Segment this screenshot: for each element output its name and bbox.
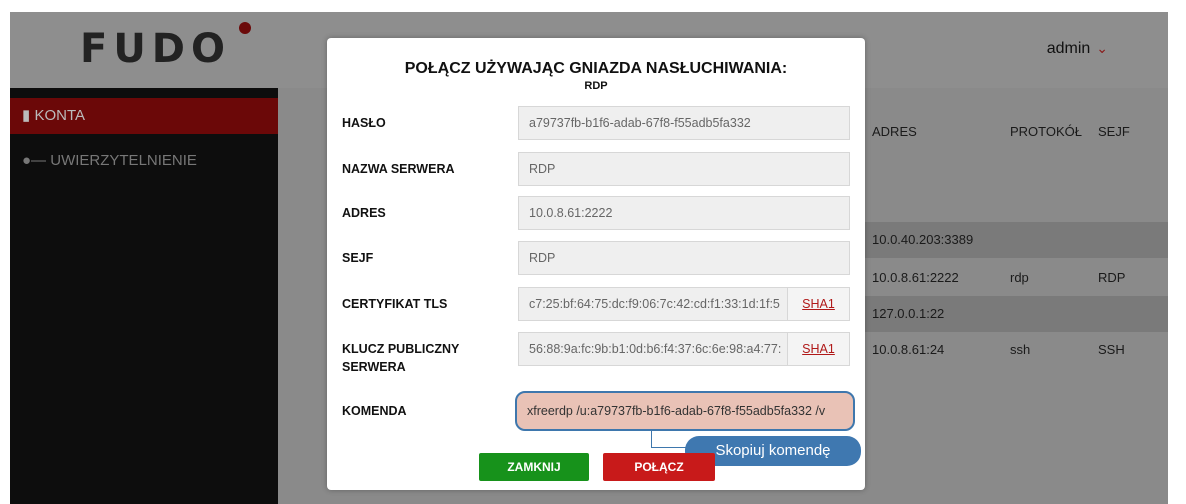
chevron-down-icon: ⌄: [1096, 40, 1108, 56]
server-name-field[interactable]: RDP: [518, 152, 850, 186]
password-label: HASŁO: [342, 116, 386, 130]
key-icon: ●—: [22, 152, 47, 169]
cell-address: 10.0.8.61:24: [872, 342, 945, 357]
column-header-protocol[interactable]: PROTOKÓŁ: [1010, 124, 1082, 139]
user-menu[interactable]: admin ⌄: [1047, 40, 1108, 58]
tls-certificate-label: CERTYFIKAT TLS: [342, 297, 448, 311]
sidebar-item-label: KONTA: [34, 107, 85, 124]
public-key-label: KLUCZ PUBLICZNY SERWERA: [342, 340, 492, 376]
command-field[interactable]: xfreerdp /u:a79737fb-b1f6-adab-67f8-f55a…: [515, 391, 855, 431]
cell-protocol: rdp: [1010, 270, 1029, 285]
cell-address: 10.0.8.61:2222: [872, 270, 959, 285]
safe-field[interactable]: RDP: [518, 241, 850, 275]
password-field[interactable]: a79737fb-b1f6-adab-67f8-f55adb5fa332: [518, 106, 850, 140]
command-label: KOMENDA: [342, 404, 407, 418]
public-key-label-line2: SERWERA: [342, 360, 406, 374]
public-key-field[interactable]: 56:88:9a:fc:9b:b1:0d:b6:f4:37:6c:6e:98:a…: [518, 332, 788, 366]
cell-protocol: ssh: [1010, 342, 1031, 357]
safe-label: SEJF: [342, 251, 374, 265]
column-header-safe[interactable]: SEJF: [1098, 124, 1130, 139]
dialog-subtitle: RDP: [584, 80, 608, 92]
server-name-label: NAZWA SERWERA: [342, 162, 455, 176]
book-icon: ▮: [22, 107, 31, 124]
sidebar-item-uwierzytelnienie[interactable]: ●— UWIERZYTELNIENIE: [10, 144, 278, 178]
close-button[interactable]: ZAMKNIJ: [479, 453, 589, 481]
cell-address: 10.0.40.203:3389: [872, 232, 974, 247]
fudo-logo: FUDO: [80, 22, 252, 72]
public-key-sha1-link[interactable]: SHA1: [787, 332, 850, 366]
tooltip-connector: [651, 431, 686, 448]
screenshot-frame: FUDO admin ⌄ ▮ KONTA ●— UWIERZYTELNIENIE …: [0, 0, 1186, 504]
sidebar-item-konta[interactable]: ▮ KONTA: [10, 98, 292, 134]
sidebar: ▮ KONTA ●— UWIERZYTELNIENIE: [10, 88, 292, 504]
cell-address: 127.0.0.1:22: [872, 306, 945, 321]
address-field[interactable]: 10.0.8.61:2222: [518, 196, 850, 230]
public-key-label-line1: KLUCZ PUBLICZNY: [342, 342, 460, 356]
address-label: ADRES: [342, 206, 386, 220]
user-name: admin: [1046, 40, 1091, 57]
tls-certificate-field[interactable]: c7:25:bf:64:75:dc:f9:06:7c:42:cd:f1:33:1…: [518, 287, 788, 321]
cell-safe: SSH: [1098, 342, 1125, 357]
column-header-address[interactable]: ADRES: [872, 124, 917, 139]
tls-sha1-link[interactable]: SHA1: [787, 287, 850, 321]
sidebar-item-label: UWIERZYTELNIENIE: [50, 152, 197, 169]
connect-button[interactable]: POŁĄCZ: [603, 453, 715, 481]
dialog-title: POŁĄCZ UŻYWAJĄC GNIAZDA NASŁUCHIWANIA:: [404, 60, 788, 77]
cell-safe: RDP: [1098, 270, 1126, 285]
connect-dialog: POŁĄCZ UŻYWAJĄC GNIAZDA NASŁUCHIWANIA: R…: [327, 38, 865, 490]
